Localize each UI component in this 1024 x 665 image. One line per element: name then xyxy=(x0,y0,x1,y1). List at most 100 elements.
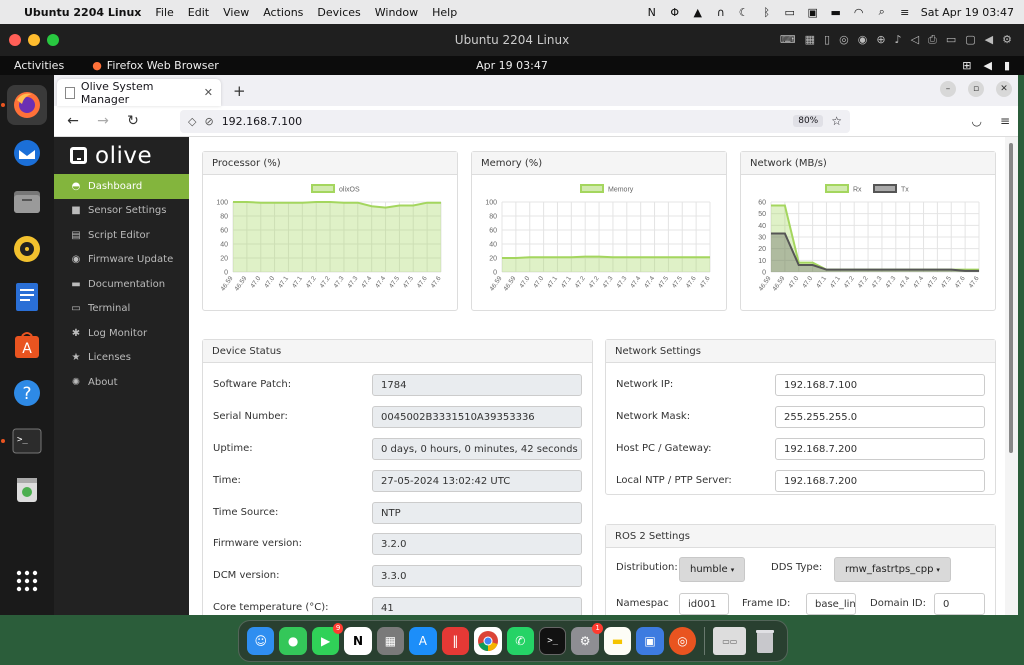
vm-tray-icon[interactable]: ▣ xyxy=(806,6,820,19)
search-icon[interactable]: ⌕ xyxy=(875,5,889,19)
new-tab-button[interactable]: + xyxy=(233,82,246,100)
tray-icon[interactable]: Φ xyxy=(668,6,682,19)
lock-icon[interactable]: ⊘ xyxy=(204,115,213,128)
printer-icon[interactable]: ⎙ xyxy=(928,33,937,47)
network-icon[interactable]: ⊕ xyxy=(876,33,885,47)
zoom-badge[interactable]: 80% xyxy=(793,115,824,127)
minimize-button[interactable]: – xyxy=(940,81,956,97)
cd-icon[interactable]: ◎ xyxy=(839,33,849,47)
whatsapp-app[interactable]: ✆ xyxy=(506,627,534,655)
control-center-icon[interactable]: ≡ xyxy=(898,6,912,19)
url-bar[interactable]: ◇ ⊘ 192.168.7.100 80% ☆ xyxy=(180,109,850,133)
restore-button[interactable]: ▫ xyxy=(968,81,984,97)
parallels-app[interactable]: ‖ xyxy=(441,627,470,655)
facetime-app[interactable]: ▶ 9 xyxy=(311,623,344,655)
launchpad-app[interactable]: ▦ xyxy=(376,627,405,655)
power-icon[interactable]: ▮ xyxy=(1004,59,1010,72)
dock-files[interactable] xyxy=(7,181,47,221)
sidebar-item-terminal[interactable]: ▭ Terminal xyxy=(54,297,189,322)
network-ip-input[interactable]: 192.168.7.100 xyxy=(775,374,985,396)
reload-button[interactable]: ↻ xyxy=(122,113,144,129)
image-tray-icon[interactable]: ▲ xyxy=(691,6,705,19)
menu-edit[interactable]: Edit xyxy=(188,6,209,19)
settings-icon[interactable]: ⚙ xyxy=(1002,33,1012,47)
pocket-icon[interactable]: ◡ xyxy=(971,114,981,128)
sidebar-item-log-monitor[interactable]: ✱ Log Monitor xyxy=(54,321,189,346)
dock-thunderbird[interactable] xyxy=(7,133,47,173)
bluetooth-icon[interactable]: ᛒ xyxy=(760,6,774,19)
sidebar-item-dashboard[interactable]: ◓ Dashboard xyxy=(54,174,189,199)
sidebar-item-about[interactable]: ✺ About xyxy=(54,370,189,395)
focused-app-label[interactable]: ● Firefox Web Browser xyxy=(92,59,219,72)
volume-icon[interactable]: ◀ xyxy=(983,59,991,72)
forward-button[interactable]: → xyxy=(92,113,114,129)
terminal-app[interactable]: >_ xyxy=(538,627,567,655)
messages-app[interactable]: ● xyxy=(279,627,307,655)
gateway-input[interactable]: 192.168.7.200 xyxy=(775,438,985,460)
moon-icon[interactable]: ☾ xyxy=(737,6,751,19)
sidebar-item-firmware-update[interactable]: ◉ Firmware Update xyxy=(54,248,189,273)
zoom-window-button[interactable] xyxy=(47,34,59,46)
menu-view[interactable]: View xyxy=(223,6,249,19)
network-tray-icon[interactable]: ⊞ xyxy=(962,59,971,72)
speaker-icon[interactable]: ◁ xyxy=(911,33,919,47)
sidebar-item-script-editor[interactable]: ▤ Script Editor xyxy=(54,223,189,248)
usb-icon[interactable]: ▯ xyxy=(824,33,830,47)
tab-olive-system-manager[interactable]: Olive System Manager ✕ xyxy=(57,79,221,106)
menu-help[interactable]: Help xyxy=(432,6,457,19)
shield-icon[interactable]: ◇ xyxy=(188,115,196,128)
screen-mirror-icon[interactable]: ▭ xyxy=(783,6,797,19)
dock-software[interactable]: A xyxy=(7,325,47,365)
wifi-icon[interactable]: ◠ xyxy=(852,6,866,19)
close-tab-icon[interactable]: ✕ xyxy=(204,86,213,99)
chrome-app[interactable] xyxy=(474,627,502,655)
dock-trash[interactable] xyxy=(7,469,47,509)
dock-rhythmbox[interactable] xyxy=(7,229,47,269)
minimized-window[interactable]: ▭▭ xyxy=(713,627,747,655)
notes-app[interactable]: ▬ xyxy=(603,627,632,655)
menu-file[interactable]: File xyxy=(155,6,173,19)
page-scrollbar[interactable] xyxy=(1005,137,1018,615)
preview-app[interactable]: ▣ xyxy=(636,627,664,655)
ntp-server-input[interactable]: 192.168.7.200 xyxy=(775,470,985,492)
headphones-icon[interactable]: ∩ xyxy=(714,6,728,19)
display-icon[interactable]: ▢ xyxy=(965,33,975,47)
keyboard-icon[interactable]: ⌨ xyxy=(780,33,796,47)
sidebar-item-sensor-settings[interactable]: ■ Sensor Settings xyxy=(54,199,189,224)
activities-button[interactable]: Activities xyxy=(14,59,64,72)
finder-app[interactable]: ☺ xyxy=(247,627,275,655)
dock-writer[interactable] xyxy=(7,277,47,317)
scrollbar-thumb[interactable] xyxy=(1009,143,1013,453)
battery-icon[interactable]: ▬ xyxy=(829,6,843,19)
mic-icon[interactable]: ♪ xyxy=(895,33,902,47)
dock-help[interactable]: ? xyxy=(7,373,47,413)
distribution-dropdown[interactable]: humble ▾ xyxy=(679,557,746,582)
trash-app[interactable] xyxy=(751,627,778,655)
show-apps-button[interactable] xyxy=(7,561,47,601)
ubuntu-vm-app[interactable]: ◎ xyxy=(668,627,697,655)
back-icon[interactable]: ◀ xyxy=(985,33,993,47)
dds-type-dropdown[interactable]: rmw_fastrtps_cpp ▾ xyxy=(834,557,951,582)
brand-logo[interactable]: olive xyxy=(54,137,189,174)
network-mask-input[interactable]: 255.255.255.0 xyxy=(775,406,985,428)
dock-firefox[interactable] xyxy=(1,85,47,125)
menu-actions[interactable]: Actions xyxy=(263,6,303,19)
app-store-app[interactable]: A xyxy=(409,627,437,655)
close-window-button[interactable] xyxy=(9,34,21,46)
sidebar-item-licenses[interactable]: ★ Licenses xyxy=(54,346,189,371)
disk-icon[interactable]: ◉ xyxy=(858,33,868,47)
menu-devices[interactable]: Devices xyxy=(317,6,360,19)
camera-icon[interactable]: ▭ xyxy=(946,33,956,47)
menubar-app-name[interactable]: Ubuntu 2204 Linux xyxy=(24,6,141,19)
url-text[interactable]: 192.168.7.100 xyxy=(222,115,302,128)
bookmark-star-icon[interactable]: ☆ xyxy=(831,114,842,128)
sidebar-item-documentation[interactable]: ▬ Documentation xyxy=(54,272,189,297)
frame-id-input[interactable]: base_lin xyxy=(806,593,856,615)
hamburger-menu-icon[interactable]: ≡ xyxy=(1000,114,1010,128)
menu-window[interactable]: Window xyxy=(375,6,418,19)
notion-app[interactable]: N xyxy=(344,627,372,655)
cpu-icon[interactable]: ▦ xyxy=(805,33,815,47)
domain-id-input[interactable]: 0 xyxy=(934,593,985,615)
dock-terminal[interactable]: >_ xyxy=(1,421,47,461)
minimize-window-button[interactable] xyxy=(28,34,40,46)
